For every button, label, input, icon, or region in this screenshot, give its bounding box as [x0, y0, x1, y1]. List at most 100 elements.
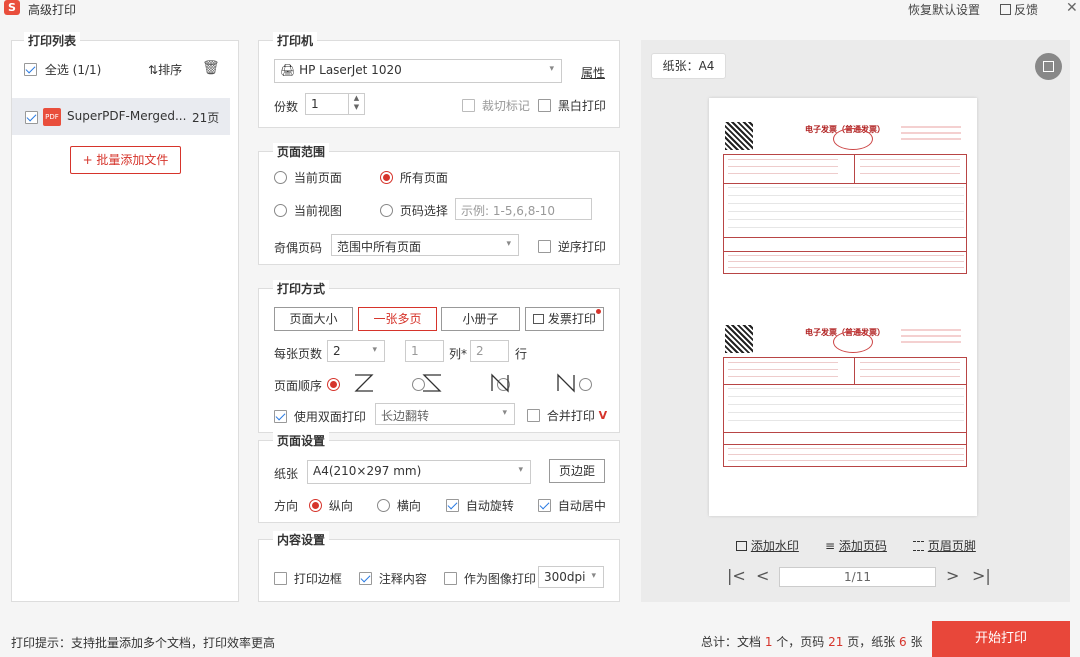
printer-select[interactable]: 🖨 HP LaserJet 1020 ▾ — [274, 59, 562, 83]
annotations-checkbox[interactable]: 注释内容 — [359, 570, 427, 587]
printer-properties-link[interactable]: 属性 — [581, 64, 605, 81]
first-page-icon[interactable]: |< — [727, 566, 746, 585]
chevron-down-icon: ▾ — [549, 64, 554, 74]
add-watermark-button[interactable]: 添加水印 — [736, 537, 799, 554]
current-page-radio[interactable]: 当前页面 — [274, 169, 342, 186]
invoice-seal-icon — [833, 128, 873, 150]
current-view-label: 当前视图 — [293, 204, 342, 218]
header-footer-button[interactable]: 页眉页脚 — [913, 537, 976, 554]
radio-icon — [274, 171, 287, 184]
rows-label: 行 — [515, 347, 528, 361]
summary-suffix: 张 — [906, 635, 923, 649]
page-size-button[interactable]: 页面大小 — [274, 307, 353, 331]
bw-print-checkbox[interactable]: 黑白打印 — [538, 97, 606, 114]
prev-page-icon[interactable]: < — [756, 566, 769, 585]
page-select-radio[interactable]: 页码选择 — [380, 202, 448, 219]
columns-input[interactable]: 1 — [405, 340, 444, 362]
page-number-icon: ≡ — [825, 539, 836, 553]
feedback-button[interactable]: 反馈 — [1000, 1, 1038, 18]
printer-section-title: 打印机 — [273, 32, 318, 49]
checkbox-icon — [527, 409, 540, 422]
feedback-icon — [1000, 4, 1011, 15]
invoice-table-frame — [723, 357, 967, 467]
file-checkbox[interactable] — [25, 111, 38, 124]
page-setup-section: 页面设置 纸张 A4(210×297 mm) ▾ 页边距 方向 纵向 横向 自动… — [258, 432, 620, 523]
summary-mid2: 页，纸张 — [843, 635, 900, 649]
sort-button[interactable]: ⇅排序 — [148, 61, 182, 78]
summary-mid1: 个，页码 — [772, 635, 829, 649]
auto-rotate-checkbox[interactable]: 自动旋转 — [446, 497, 514, 514]
invoice-print-button[interactable]: 发票打印 — [525, 307, 604, 331]
crop-marks-checkbox[interactable]: 裁切标记 — [462, 97, 530, 114]
select-all-label: 全选 (1/1) — [44, 63, 102, 77]
stepper-arrows-icon[interactable]: ▲ ▼ — [348, 94, 364, 114]
copies-stepper[interactable]: 1 ▲ ▼ — [305, 93, 365, 115]
order-reverse-n-radio[interactable] — [579, 378, 593, 391]
current-view-radio[interactable]: 当前视图 — [274, 202, 342, 219]
pdf-file-icon: PDF — [43, 108, 61, 126]
close-icon[interactable]: ✕ — [1066, 0, 1078, 16]
odd-even-select[interactable]: 范围中所有页面 ▾ — [331, 234, 519, 256]
invoice-seal-icon — [833, 331, 873, 353]
paper-label: 纸张 — [274, 467, 299, 481]
annotations-label: 注释内容 — [378, 572, 427, 586]
page-range-section: 页面范围 当前页面 所有页面 当前视图 页码选择 示例: 1-5,6,8-10 … — [258, 143, 620, 265]
sort-label: 排序 — [158, 63, 183, 77]
dpi-value: 300dpi — [544, 570, 586, 584]
page-count: 21 — [828, 635, 844, 649]
invoice-meta-lines — [901, 126, 961, 140]
start-print-button[interactable]: 开始打印 — [932, 621, 1070, 657]
checkbox-icon — [24, 63, 37, 76]
order-z-radio[interactable] — [327, 378, 340, 391]
select-all-checkbox[interactable]: 全选 (1/1) — [24, 61, 101, 78]
multi-page-button[interactable]: 一张多页 — [358, 307, 437, 331]
file-pages: 21页 — [192, 111, 220, 125]
batch-add-files-button[interactable]: + 批量添加文件 — [70, 146, 181, 174]
portrait-radio[interactable]: 纵向 — [309, 497, 353, 514]
qr-code-icon — [725, 122, 753, 150]
reverse-print-checkbox[interactable]: 逆序打印 — [538, 238, 606, 255]
paper-size-select[interactable]: A4(210×297 mm) ▾ — [307, 460, 531, 484]
last-page-icon[interactable]: >| — [972, 566, 991, 585]
add-page-number-button[interactable]: ≡ 添加页码 — [825, 537, 887, 554]
chevron-down-icon: ▾ — [372, 345, 377, 355]
trash-icon[interactable]: 🗑 — [202, 60, 220, 76]
landscape-radio[interactable]: 横向 — [377, 497, 421, 514]
margins-button[interactable]: 页边距 — [549, 459, 605, 483]
per-sheet-select[interactable]: 2 ▾ — [327, 340, 385, 362]
watermark-icon — [736, 541, 747, 551]
add-page-number-label: 添加页码 — [838, 539, 887, 553]
page-indicator-input[interactable]: 1/11 — [779, 567, 936, 587]
window-title: 高级打印 — [28, 3, 77, 17]
file-name: SuperPDF-Merged... — [67, 109, 187, 123]
sort-icon: ⇅ — [148, 63, 159, 77]
print-border-label: 打印边框 — [293, 572, 342, 586]
landscape-label: 横向 — [396, 499, 421, 513]
invoice-icon — [533, 314, 545, 324]
print-mode-section: 打印方式 页面大小 一张多页 小册子 发票打印 每张页数 2 ▾ 1 列* 2 … — [258, 280, 620, 433]
merge-print-checkbox[interactable]: 合并打印 V — [527, 407, 607, 424]
print-border-checkbox[interactable]: 打印边框 — [274, 570, 342, 587]
restore-defaults-link[interactable]: 恢复默认设置 — [908, 1, 980, 18]
duplex-checkbox[interactable]: 使用双面打印 — [274, 408, 366, 425]
rows-input[interactable]: 2 — [470, 340, 509, 362]
fullscreen-icon[interactable] — [1035, 53, 1062, 80]
chevron-down-icon: ▾ — [518, 465, 523, 475]
page-range-title: 页面范围 — [273, 143, 330, 160]
qr-code-icon — [725, 325, 753, 353]
feedback-label: 反馈 — [1014, 3, 1039, 17]
page-select-input[interactable]: 示例: 1-5,6,8-10 — [455, 198, 592, 220]
booklet-button[interactable]: 小册子 — [441, 307, 520, 331]
title-bar: S 高级打印 恢复默认设置 反馈 ✕ — [0, 0, 1080, 18]
print-as-image-checkbox[interactable]: 作为图像打印 — [444, 570, 536, 587]
chevron-down-icon: ▾ — [591, 571, 596, 581]
file-list-item[interactable]: PDF SuperPDF-Merged... 21页 — [12, 98, 230, 135]
all-pages-radio[interactable]: 所有页面 — [380, 169, 448, 186]
auto-center-checkbox[interactable]: 自动居中 — [538, 497, 606, 514]
next-page-icon[interactable]: > — [946, 566, 959, 585]
dpi-select[interactable]: 300dpi ▾ — [538, 566, 604, 588]
current-page-label: 当前页面 — [293, 171, 342, 185]
duplex-flip-select[interactable]: 长边翻转 ▾ — [375, 403, 515, 425]
add-watermark-label: 添加水印 — [750, 539, 799, 553]
sheet-count: 6 — [899, 635, 907, 649]
